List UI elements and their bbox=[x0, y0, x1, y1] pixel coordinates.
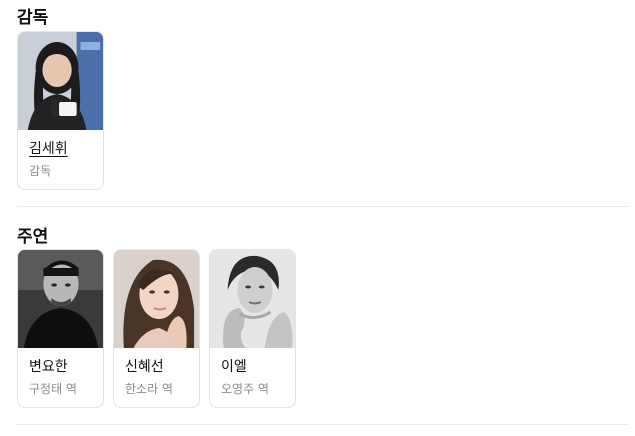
section-title-director: 감독 bbox=[17, 8, 49, 28]
person-card-cast-2[interactable]: 신혜선 한소라 역 bbox=[113, 249, 200, 408]
actress-photo bbox=[210, 250, 295, 348]
actor-photo bbox=[18, 250, 103, 348]
director-photo bbox=[18, 32, 103, 130]
person-role: 오영주 역 bbox=[221, 382, 269, 396]
section-divider bbox=[17, 206, 629, 207]
person-card-director[interactable]: 김세휘 감독 bbox=[17, 31, 104, 190]
person-name[interactable]: 신혜선 bbox=[125, 358, 164, 376]
person-role: 구정태 역 bbox=[29, 382, 77, 396]
person-name[interactable]: 이엘 bbox=[221, 358, 247, 376]
person-name[interactable]: 변요한 bbox=[29, 358, 68, 376]
person-card-cast-3[interactable]: 이엘 오영주 역 bbox=[209, 249, 296, 408]
section-divider bbox=[17, 424, 629, 425]
person-role: 한소라 역 bbox=[125, 382, 173, 396]
person-card-cast-1[interactable]: 변요한 구정태 역 bbox=[17, 249, 104, 408]
person-role: 감독 bbox=[29, 164, 52, 178]
person-name-link[interactable]: 김세휘 bbox=[29, 140, 68, 158]
actress-photo bbox=[114, 250, 199, 348]
section-title-main-cast: 주연 bbox=[17, 227, 49, 247]
